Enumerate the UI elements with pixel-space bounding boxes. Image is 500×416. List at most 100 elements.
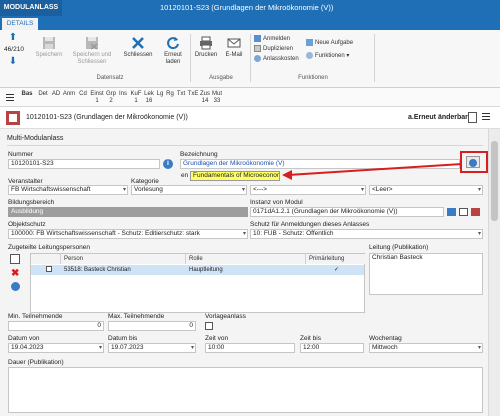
leer-select[interactable]: <Leer> ▾ <box>369 185 483 195</box>
min-teilnehmende-label: Min. Teilnehmende <box>8 313 63 320</box>
min-teilnehmende-field[interactable]: 0 <box>8 321 104 331</box>
tab-lek[interactable]: Lek 16 <box>143 91 155 105</box>
veranstalter-select[interactable]: FB Wirtschaftswissenschaft ▾ <box>8 185 128 195</box>
save-close-button[interactable]: Speichern und Schliessen <box>70 36 114 66</box>
record-header: 10120101-S23 (Grundlagen der Mikroökonom… <box>0 107 500 129</box>
tab-grp[interactable]: Grp 2 <box>105 91 117 105</box>
vorlageanlass-label: Vorlageanlass <box>205 313 246 320</box>
tab-txe[interactable]: TxE <box>187 91 199 98</box>
arrow-up-icon[interactable]: ⬆ <box>6 33 20 43</box>
anmelden-button[interactable]: Anmelden <box>254 35 290 44</box>
tab-zus[interactable]: Zus 14 <box>199 91 211 105</box>
neue-aufgabe-label: Neue Aufgabe <box>315 40 354 47</box>
table-row-checkbox-cell[interactable] <box>31 265 61 275</box>
tab-anm[interactable]: Anm <box>61 91 77 98</box>
unlabeled-select[interactable]: <---> ▾ <box>250 185 366 195</box>
grid-header-person[interactable]: Person <box>61 254 186 264</box>
email-button[interactable]: E-Mail <box>222 36 246 59</box>
tab-kuf[interactable]: KuF 1 <box>129 91 143 105</box>
datum-bis-field[interactable]: 19.07.2023 ▾ <box>108 343 196 353</box>
delete-row-icon[interactable]: ✖ <box>11 269 21 279</box>
grid-header-primaerleitung[interactable]: Primärleitung <box>306 254 366 264</box>
scrollbar-thumb[interactable] <box>491 141 498 221</box>
print-label: Drucken <box>194 52 218 58</box>
tab-einst[interactable]: Einst 1 <box>89 91 105 105</box>
table-row-person[interactable]: 53518: Basteck Christian <box>61 265 186 275</box>
dauer-field[interactable] <box>8 367 483 413</box>
chevron-down-icon: ▾ <box>360 187 364 193</box>
zeit-von-field[interactable]: 10:00 <box>205 343 295 353</box>
translate-button[interactable] <box>466 156 480 168</box>
tab-det[interactable]: Det <box>35 91 51 98</box>
vorlageanlass-checkbox[interactable] <box>205 322 213 330</box>
tab-lg[interactable]: Lg <box>155 91 165 98</box>
kategorie-select[interactable]: Vorlesung ▾ <box>131 185 247 195</box>
neue-aufgabe-button[interactable]: Neue Aufgabe <box>306 39 353 48</box>
kategorie-value: Vorlesung <box>134 186 163 193</box>
info-icon[interactable]: i <box>163 159 173 169</box>
instanz-field[interactable]: 0171dA1.2.1 (Grundlagen der Mikroökonomi… <box>250 207 444 217</box>
tab-rg[interactable]: Rg <box>165 91 175 98</box>
tab-txt[interactable]: Txt <box>175 91 187 98</box>
record-counter: 46/210 <box>4 46 24 53</box>
clear-icon[interactable] <box>471 208 480 216</box>
arrow-down-icon[interactable]: ⬇ <box>6 57 20 67</box>
group-ausgabe-label: Ausgabe <box>209 75 233 81</box>
bildungsbereich-field[interactable]: Ausbildung <box>8 207 248 217</box>
datum-von-field[interactable]: 19.04.2023 ▾ <box>8 343 104 353</box>
tab-label: KuF <box>130 91 142 97</box>
wochentag-select[interactable]: Mittwoch ▾ <box>369 343 483 353</box>
datum-von-label: Datum von <box>8 335 40 342</box>
tab-cd[interactable]: Cd <box>77 91 89 98</box>
table-row-primaerleitung[interactable]: ✓ <box>306 265 364 275</box>
vertical-scrollbar[interactable] <box>488 129 500 416</box>
duplizieren-label: Duplizieren <box>263 46 294 53</box>
anlasskosten-button[interactable]: Anlasskosten <box>254 55 299 64</box>
app-menu-button[interactable]: MODULANLASS <box>0 0 62 16</box>
translation-tooltip-field[interactable]: Fundamentals of Microeconomics (V) <box>190 171 280 181</box>
add-row-icon[interactable] <box>10 254 20 264</box>
close-button[interactable]: Schliessen <box>120 36 156 59</box>
document-icon[interactable] <box>468 112 477 123</box>
tab-count: 33 <box>213 98 221 104</box>
print-button[interactable]: Drucken <box>194 36 218 59</box>
tab-label: Bas <box>21 91 33 97</box>
funktionen-dropdown[interactable]: Funktionen ▾ <box>306 52 349 61</box>
tab-label: Einst <box>90 91 104 97</box>
reload-button[interactable]: Erneut laden <box>158 36 188 66</box>
settings-gear-icon[interactable] <box>11 282 20 291</box>
row-checkbox[interactable] <box>46 266 52 273</box>
objektschutz-select[interactable]: 100000: FB Wirtschaftswissenschaft - Sch… <box>8 229 248 239</box>
settings-icon[interactable] <box>482 111 490 123</box>
nummer-field[interactable]: 10120101-S23 <box>8 159 160 169</box>
chevron-down-icon: ▾ <box>477 345 481 351</box>
leitung-publikation-field[interactable]: Christian Basteck <box>369 253 483 295</box>
tab-bas[interactable]: Bas <box>19 91 35 98</box>
table-row-rolle[interactable]: Hauptleitung <box>186 265 306 275</box>
schutz-anmeldungen-value: 10: FUB - Schutz: Öffentlich <box>253 230 334 237</box>
tab-details[interactable]: DETAILS <box>2 18 38 30</box>
wochentag-value: Mittwoch <box>372 344 398 351</box>
bildungsbereich-label: Bildungsbereich <box>8 199 55 206</box>
open-record-icon[interactable] <box>447 208 456 216</box>
tabs-menu-icon[interactable] <box>6 93 14 101</box>
duplizieren-button[interactable]: Duplizieren <box>254 45 293 54</box>
tab-ins[interactable]: Ins <box>117 91 129 98</box>
max-teilnehmende-field[interactable]: 0 <box>108 321 196 331</box>
grid-header-rolle[interactable]: Rolle <box>186 254 306 264</box>
schutz-anmeldungen-select[interactable]: 10: FUB - Schutz: Öffentlich ▾ <box>250 229 483 239</box>
leer-value: <Leer> <box>372 186 393 193</box>
ribbon-separator <box>374 34 375 82</box>
leitung-grid: Person Rolle Primärleitung 53518: Bastec… <box>30 253 366 313</box>
tab-label: Zus <box>199 91 210 97</box>
section-divider <box>7 145 483 146</box>
save-button[interactable]: Speichern <box>32 36 66 59</box>
tab-ad[interactable]: AD <box>51 91 61 98</box>
ribbon: ⬆ 46/210 ⬇ Speichern Speichern und Schli… <box>0 30 500 88</box>
tab-label: Mut <box>211 91 222 97</box>
tab-label: Det <box>38 91 48 97</box>
tab-mut[interactable]: Mut 33 <box>211 91 223 105</box>
lookup-icon[interactable] <box>459 208 468 216</box>
language-code: en <box>181 172 189 179</box>
zeit-bis-field[interactable]: 12:00 <box>300 343 364 353</box>
